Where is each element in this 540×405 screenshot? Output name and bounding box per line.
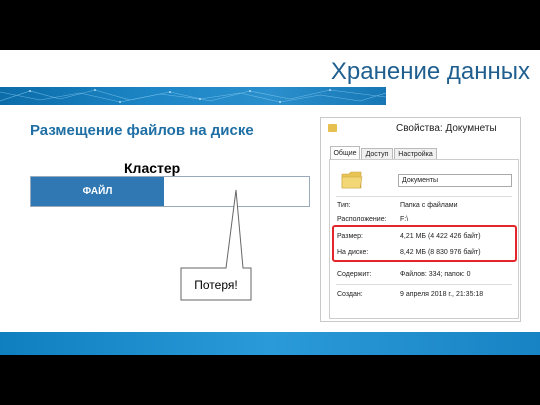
- prop-type-label: Тип:: [337, 202, 351, 209]
- general-panel: Документы Тип: Папка с файлами Расположе…: [329, 159, 519, 319]
- footer-bar: [0, 332, 540, 355]
- folder-icon: [341, 171, 363, 189]
- tab-sharing[interactable]: Доступ: [361, 148, 393, 159]
- tab-customize[interactable]: Настройка: [394, 148, 437, 159]
- prop-contains-value: Файлов: 334; папок: 0: [400, 271, 471, 278]
- tab-sharing-label: Доступ: [365, 150, 389, 158]
- properties-dialog: Свойства: Докумнеты Общие Доступ Настрой…: [320, 117, 521, 322]
- folder-name-field[interactable]: Документы: [398, 174, 512, 187]
- tab-general-label: Общие: [333, 150, 357, 157]
- size-highlight-box: [332, 225, 517, 262]
- prop-location-label: Расположение:: [337, 216, 387, 223]
- dialog-titlebar: Свойства: Докумнеты: [321, 118, 520, 140]
- tab-customize-label: Настройка: [398, 150, 433, 158]
- prop-created-label: Создан:: [337, 291, 363, 298]
- divider: [336, 284, 512, 285]
- prop-contains-label: Содержит:: [337, 271, 372, 278]
- prop-type-value: Папка с файлами: [400, 202, 458, 209]
- divider: [336, 196, 512, 197]
- prop-location-value: F:\: [400, 216, 409, 223]
- tab-general[interactable]: Общие: [330, 146, 360, 160]
- slide: Хранение данных Размещение файлов на дис…: [0, 50, 540, 355]
- dialog-title: Свойства: Докумнеты: [396, 123, 497, 134]
- loss-label: Потеря!: [194, 278, 238, 292]
- folder-icon: [328, 124, 337, 132]
- prop-created-value: 9 апреля 2018 г., 21:35:18: [400, 291, 484, 298]
